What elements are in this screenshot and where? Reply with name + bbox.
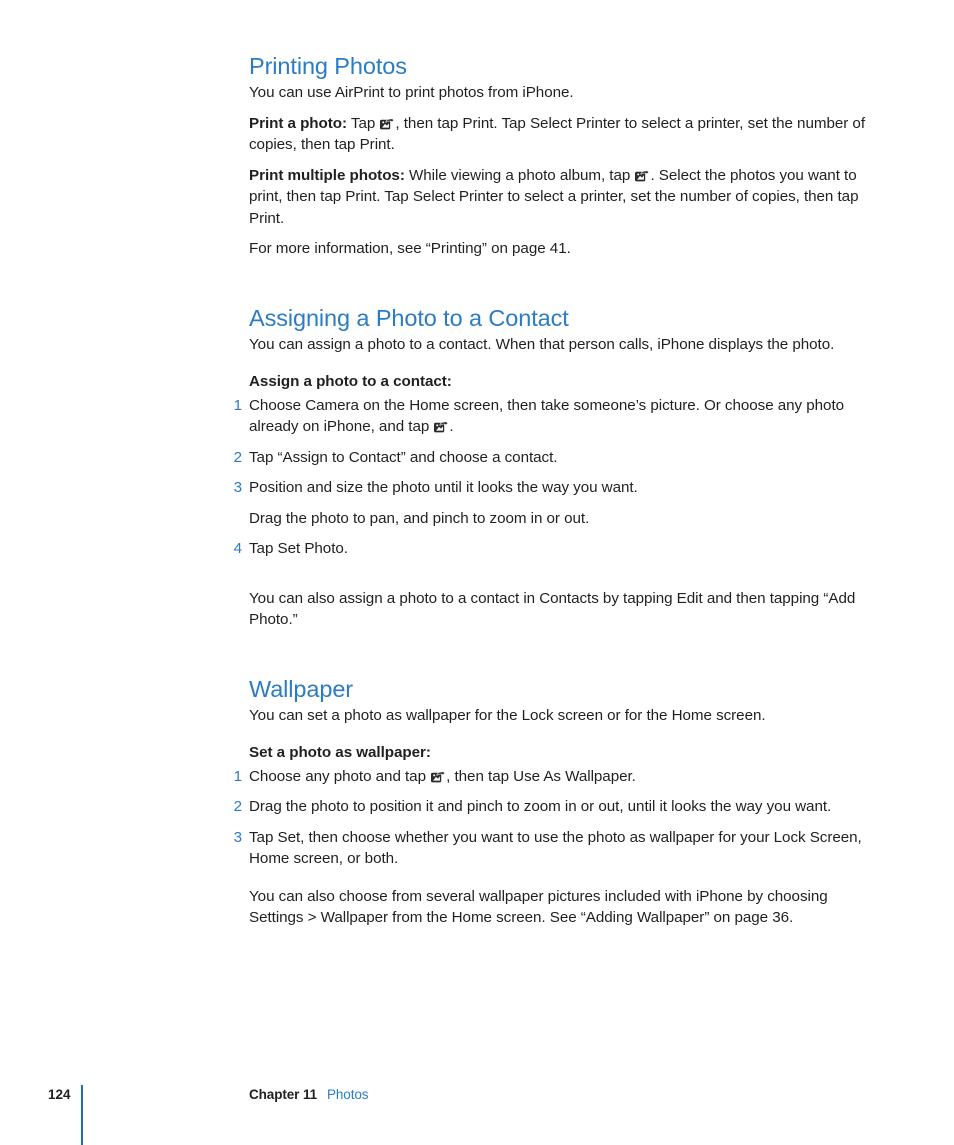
task-heading-set-a-photo-as-wallpaper: Set a photo as wallpaper: — [249, 744, 431, 761]
share-icon — [431, 770, 446, 783]
step-text-after-icon: , then tap Use As Wallpaper. — [446, 767, 636, 785]
task-spacer — [249, 726, 875, 742]
share-icon — [380, 117, 395, 130]
paragraph-text-before-icon: While viewing a photo album, tap — [404, 166, 635, 184]
step-number: 1 — [233, 396, 242, 414]
section-heading-assigning-a-photo-to-a-contact: Assigning a Photo to a Contact — [249, 304, 569, 331]
step-number: 1 — [233, 767, 242, 785]
intro-paragraph-wallpaper: You can set a photo as wallpaper for the… — [249, 706, 766, 724]
step-text: Position and size the photo until it loo… — [249, 479, 638, 496]
step-item: 1 Choose any photo and tap , then tap Use… — [234, 766, 875, 788]
task-heading-assign-a-photo-to-a-contact: Assign a photo to a contact: — [249, 373, 452, 390]
step-note-text: Drag the photo to pan, and pinch to zoom… — [249, 509, 590, 527]
step-number: 3 — [233, 828, 242, 846]
step-item: 3 Tap Set, then choose whether you want t… — [234, 827, 875, 870]
intro-paragraph-assigning-a-photo-to-a-contact: You can assign a photo to a contact. Whe… — [249, 335, 835, 353]
footer-rule — [81, 1085, 83, 1145]
share-icon — [635, 169, 650, 182]
section-heading-printing-photos: Printing Photos — [249, 53, 407, 79]
step-item: 4 Tap Set Photo. — [234, 538, 875, 560]
task-spacer — [249, 355, 875, 371]
closing-paragraph-wallpaper: You can also choose from several wallpap… — [249, 887, 828, 927]
paragraph-print-a-photo: Print a photo: Tap , then tap Print. Tap… — [249, 113, 875, 156]
step-number: 4 — [233, 540, 242, 557]
footer-topic-label: Photos — [327, 1087, 369, 1102]
note-spacer — [249, 560, 875, 588]
step-number: 2 — [233, 798, 242, 815]
step-text-before-icon: Choose any photo and tap — [249, 767, 431, 785]
page-content: Printing Photos You can use AirPrint to … — [234, 52, 875, 929]
step-item: 2 Tap “Assign to Contact” and choose a co… — [234, 447, 875, 469]
intro-paragraph-printing-photos: You can use AirPrint to print photos fro… — [249, 84, 574, 101]
closing-paragraph-assigning-a-photo-to-a-contact: You can also assign a photo to a contact… — [249, 589, 856, 629]
page-number: 124 — [48, 1087, 71, 1102]
page-footer: 124 Chapter 11 Photos — [0, 1085, 954, 1145]
step-text-before-icon: Choose Camera on the Home screen, then t… — [249, 396, 845, 436]
step-item: 1 Choose Camera on the Home screen, then … — [234, 395, 875, 438]
run-in-label-print-multiple-photos: Print multiple photos: — [249, 166, 405, 184]
step-item: 2 Drag the photo to position it and pinch… — [234, 796, 875, 818]
step-note: Drag the photo to pan, and pinch to zoom… — [249, 508, 875, 530]
step-text-after-icon: . — [449, 418, 454, 435]
paragraph-text-before-icon: Tap — [347, 114, 380, 132]
paragraph-print-multiple-photos: Print multiple photos: While viewing a p… — [249, 165, 875, 230]
closing-paragraph-printing-photos: For more information, see “Printing” on … — [249, 240, 571, 257]
manual-page: Printing Photos You can use AirPrint to … — [0, 0, 954, 1145]
step-text: Tap “Assign to Contact” and choose a con… — [249, 448, 558, 466]
step-number: 3 — [233, 479, 242, 496]
step-list-set-a-photo-as-wallpaper: 1 Choose any photo and tap , then tap Use… — [234, 766, 875, 870]
note-spacer — [249, 870, 875, 886]
step-list-assign-a-photo-to-a-contact: 1 Choose Camera on the Home screen, then … — [234, 395, 875, 560]
step-text: Drag the photo to position it and pinch … — [249, 798, 832, 815]
step-text: Tap Set, then choose whether you want to… — [249, 828, 862, 868]
step-number: 2 — [233, 448, 242, 466]
section-heading-wallpaper: Wallpaper — [249, 675, 354, 702]
step-item: 3 Position and size the photo until it lo… — [234, 477, 875, 499]
share-icon — [434, 421, 449, 433]
step-text: Tap Set Photo. — [249, 540, 348, 557]
run-in-label-print-a-photo: Print a photo: — [249, 114, 348, 132]
footer-chapter-label: Chapter 11 — [249, 1087, 318, 1102]
